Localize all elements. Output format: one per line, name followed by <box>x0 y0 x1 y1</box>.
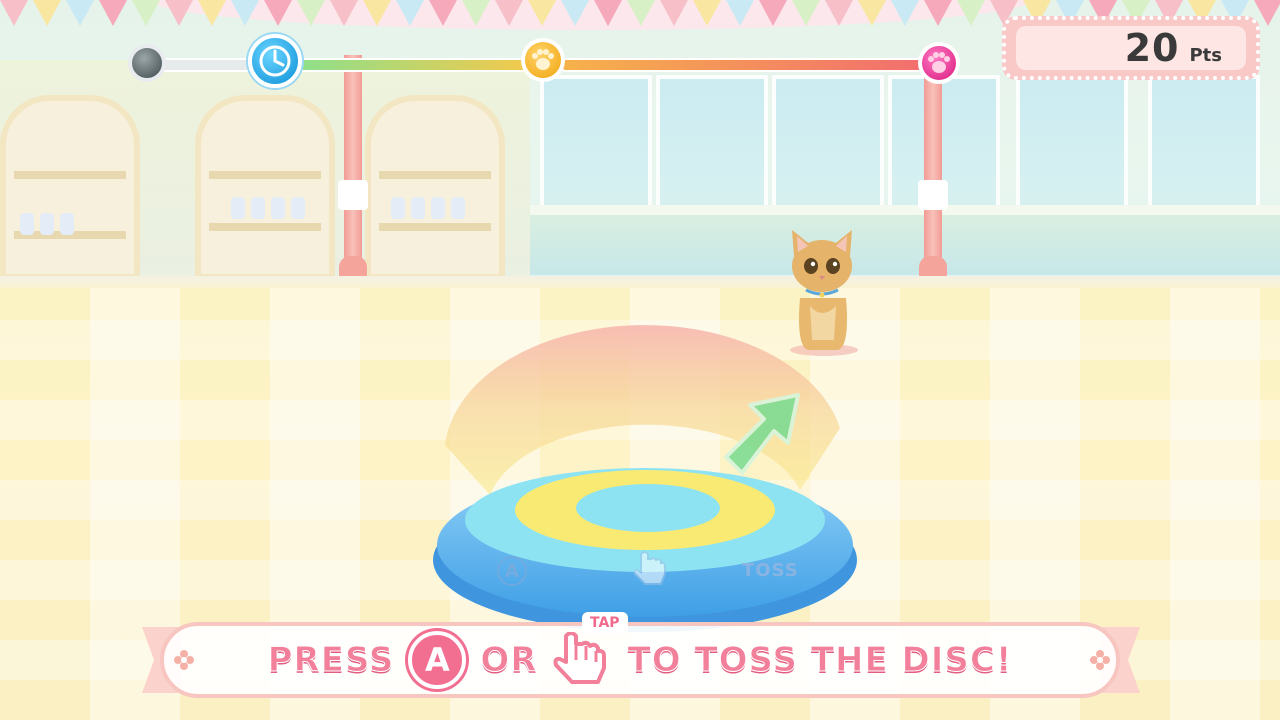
a-button-icon: A <box>408 631 467 689</box>
score-panel: 20 Pts <box>1002 16 1260 80</box>
track-elapsed <box>158 58 262 72</box>
gray-orb-icon <box>128 44 166 82</box>
clock-icon <box>248 34 302 88</box>
time-progress-bar <box>128 34 960 90</box>
arrow-up-right-icon <box>724 393 800 475</box>
flower-ornament-icon <box>174 650 194 670</box>
tap-hand-icon <box>553 632 606 684</box>
track-segment-2 <box>560 58 924 72</box>
toss-aim-arc <box>433 325 857 632</box>
score-value: 20 <box>1124 26 1180 70</box>
tap-hint-label: TAP <box>582 612 628 634</box>
game-scene: A TOSS <box>0 0 1280 720</box>
instruction-rest: TO TOSS THE DISC! <box>627 640 1013 681</box>
instruction-or: OR <box>480 640 538 681</box>
instruction-banner: PRESS A OR TO TOSS THE DISC! <box>160 622 1120 698</box>
disc-a-button-icon: A <box>497 556 527 586</box>
score-unit: Pts <box>1189 45 1222 66</box>
flower-ornament-icon <box>1090 650 1110 670</box>
track-segment-1 <box>298 58 530 72</box>
instruction-press: PRESS <box>267 640 395 681</box>
paw-icon <box>521 38 565 82</box>
disc-toss-label: TOSS <box>742 560 799 581</box>
disc-center <box>576 484 720 532</box>
pink-paw-icon <box>918 42 960 84</box>
